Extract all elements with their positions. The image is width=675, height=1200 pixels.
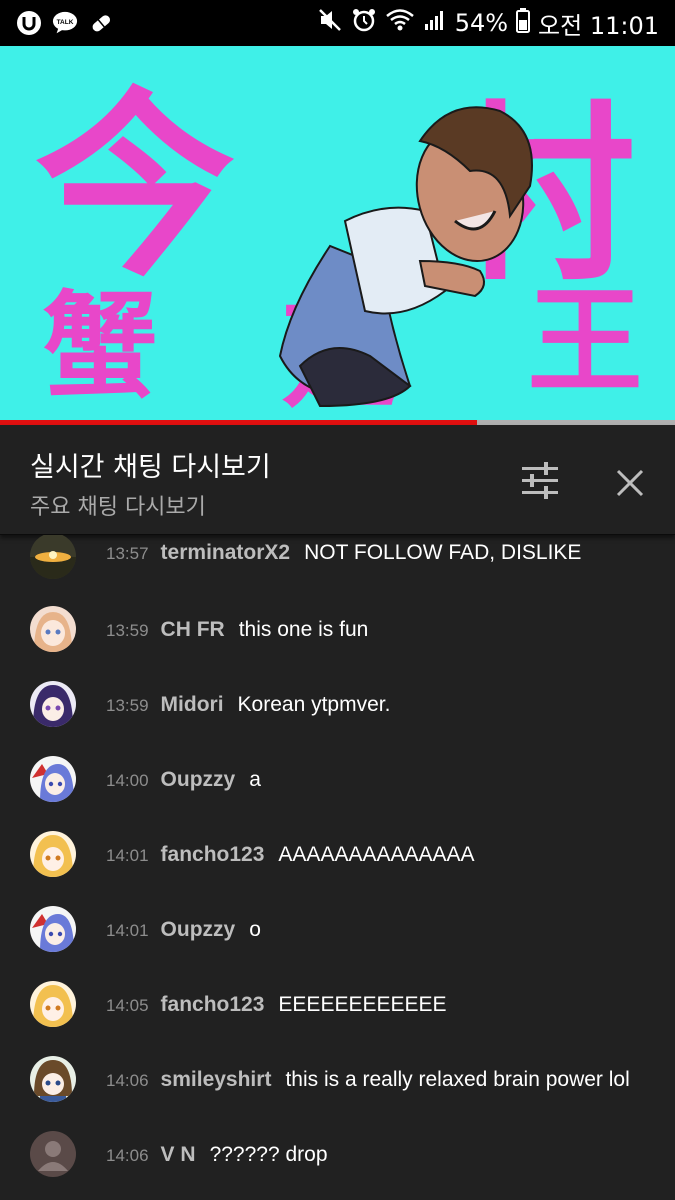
signal-icon bbox=[423, 7, 447, 39]
close-icon bbox=[616, 469, 644, 497]
message-timestamp: 13:59 bbox=[106, 696, 149, 715]
message-timestamp: 13:57 bbox=[106, 544, 149, 563]
message-timestamp: 13:59 bbox=[106, 621, 149, 640]
video-frame: 今 村 蟹 廻 王 bbox=[0, 46, 675, 424]
message-author[interactable]: V N bbox=[161, 1143, 196, 1166]
default-user-icon bbox=[30, 1131, 76, 1177]
avatar[interactable] bbox=[30, 606, 76, 652]
video-player[interactable]: 今 村 蟹 廻 王 bbox=[0, 46, 675, 424]
close-button[interactable] bbox=[608, 461, 652, 505]
message-timestamp: 14:00 bbox=[106, 771, 149, 790]
avatar[interactable] bbox=[30, 535, 76, 579]
avatar[interactable] bbox=[30, 906, 76, 952]
overlay-char-5: 王 bbox=[527, 275, 642, 409]
battery-percent: 54% bbox=[454, 9, 509, 37]
chat-message-list[interactable]: 13:57 terminatorX2 NOT FOLLOW FAD, DISLIKE… bbox=[0, 535, 675, 1200]
alarm-icon bbox=[351, 7, 377, 39]
app-u-icon bbox=[16, 10, 42, 36]
message-text: o bbox=[249, 918, 261, 941]
mute-icon bbox=[317, 7, 343, 39]
message-timestamp: 14:06 bbox=[106, 1146, 149, 1165]
status-bar: TALK 54% 오전 11:01 bbox=[0, 0, 675, 46]
message-author[interactable]: smileyshirt bbox=[161, 1068, 272, 1091]
message-text: AAAAAAAAAAAAAA bbox=[278, 843, 475, 866]
kakaotalk-icon: TALK bbox=[52, 10, 78, 36]
overlay-char-1: 今 bbox=[35, 71, 235, 304]
message-author[interactable]: Oupzzy bbox=[161, 768, 236, 791]
message-timestamp: 14:06 bbox=[106, 1071, 149, 1090]
message-author[interactable]: Oupzzy bbox=[161, 918, 236, 941]
message-author[interactable]: fancho123 bbox=[161, 993, 265, 1016]
message-timestamp: 14:05 bbox=[106, 996, 149, 1015]
message-timestamp: 14:01 bbox=[106, 846, 149, 865]
message-text: this is a really relaxed brain power lol bbox=[285, 1068, 630, 1091]
avatar[interactable] bbox=[30, 681, 76, 727]
wifi-icon bbox=[385, 7, 415, 39]
message-timestamp: 14:01 bbox=[106, 921, 149, 940]
message-text: EEEEEEEEEEEE bbox=[278, 993, 447, 1016]
message-text: this one is fun bbox=[238, 618, 369, 641]
message-author[interactable]: Midori bbox=[161, 693, 224, 716]
avatar[interactable] bbox=[30, 1056, 76, 1102]
message-text: Korean ytpmver. bbox=[237, 693, 391, 716]
chat-mode-selector[interactable]: 주요 채팅 다시보기 bbox=[30, 489, 206, 521]
filter-button[interactable] bbox=[516, 461, 564, 501]
overlay-char-3: 蟹 bbox=[42, 280, 157, 414]
avatar[interactable] bbox=[30, 1131, 76, 1177]
panel-title: 실시간 채팅 다시보기 bbox=[30, 452, 271, 483]
message-text: NOT FOLLOW FAD, DISLIKE bbox=[304, 541, 582, 564]
avatar[interactable] bbox=[30, 831, 76, 877]
message-author[interactable]: terminatorX2 bbox=[161, 541, 291, 564]
sliders-icon bbox=[522, 462, 558, 499]
status-time: 오전 11:01 bbox=[538, 11, 659, 40]
battery-icon bbox=[516, 7, 531, 39]
pill-icon bbox=[88, 10, 114, 36]
message-text: ?????? drop bbox=[209, 1143, 328, 1166]
message-author[interactable]: CH FR bbox=[161, 618, 225, 641]
live-chat-replay-header: 실시간 채팅 다시보기 주요 채팅 다시보기 bbox=[0, 425, 675, 535]
talk-label: TALK bbox=[57, 19, 74, 26]
message-author[interactable]: fancho123 bbox=[161, 843, 265, 866]
avatar[interactable] bbox=[30, 756, 76, 802]
avatar[interactable] bbox=[30, 981, 76, 1027]
message-text: a bbox=[249, 768, 261, 791]
